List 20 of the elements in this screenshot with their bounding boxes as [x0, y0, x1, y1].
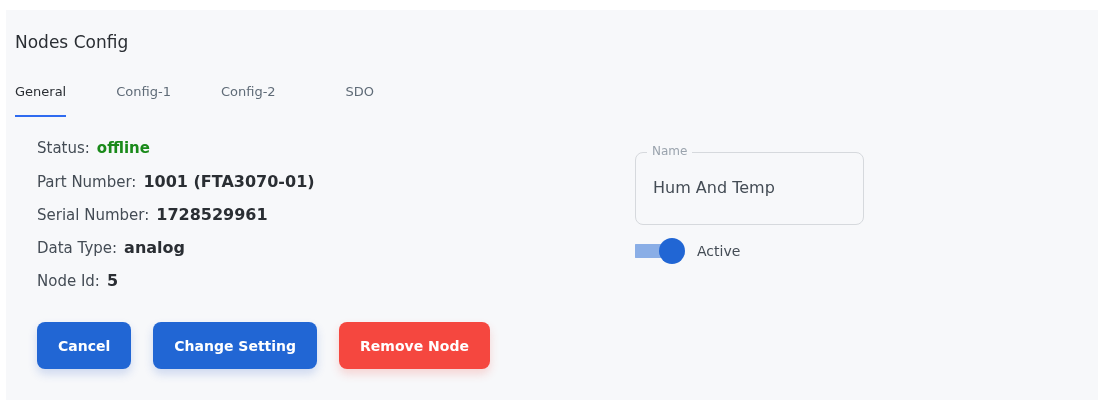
status-value: offline	[96, 139, 150, 157]
detail-value: 5	[106, 271, 119, 290]
tab[interactable]: General	[15, 80, 67, 117]
detail-value: analog	[124, 238, 185, 257]
action-button[interactable]: Change Setting	[153, 322, 318, 369]
detail-label: Part Number:	[37, 173, 137, 191]
detail-value: 1728529961	[156, 205, 268, 224]
tab[interactable]: Config-2	[220, 80, 276, 117]
detail-label: Node Id:	[37, 272, 100, 290]
detail-label: Serial Number:	[37, 206, 150, 224]
action-button[interactable]: Cancel	[37, 322, 132, 369]
tab[interactable]: SDO	[345, 80, 375, 117]
remove-button[interactable]: Remove Node	[339, 322, 490, 369]
detail-label: Status:	[37, 139, 90, 157]
tab[interactable]: Config-1	[116, 80, 171, 117]
detail-label: Data Type:	[37, 239, 118, 257]
detail-value: 1001 (FTA3070-01)	[143, 172, 315, 191]
panel-title: Nodes Config	[15, 31, 130, 54]
toggle-label: Active	[697, 243, 741, 259]
name-field[interactable]: Name Hum And Temp	[635, 143, 864, 225]
